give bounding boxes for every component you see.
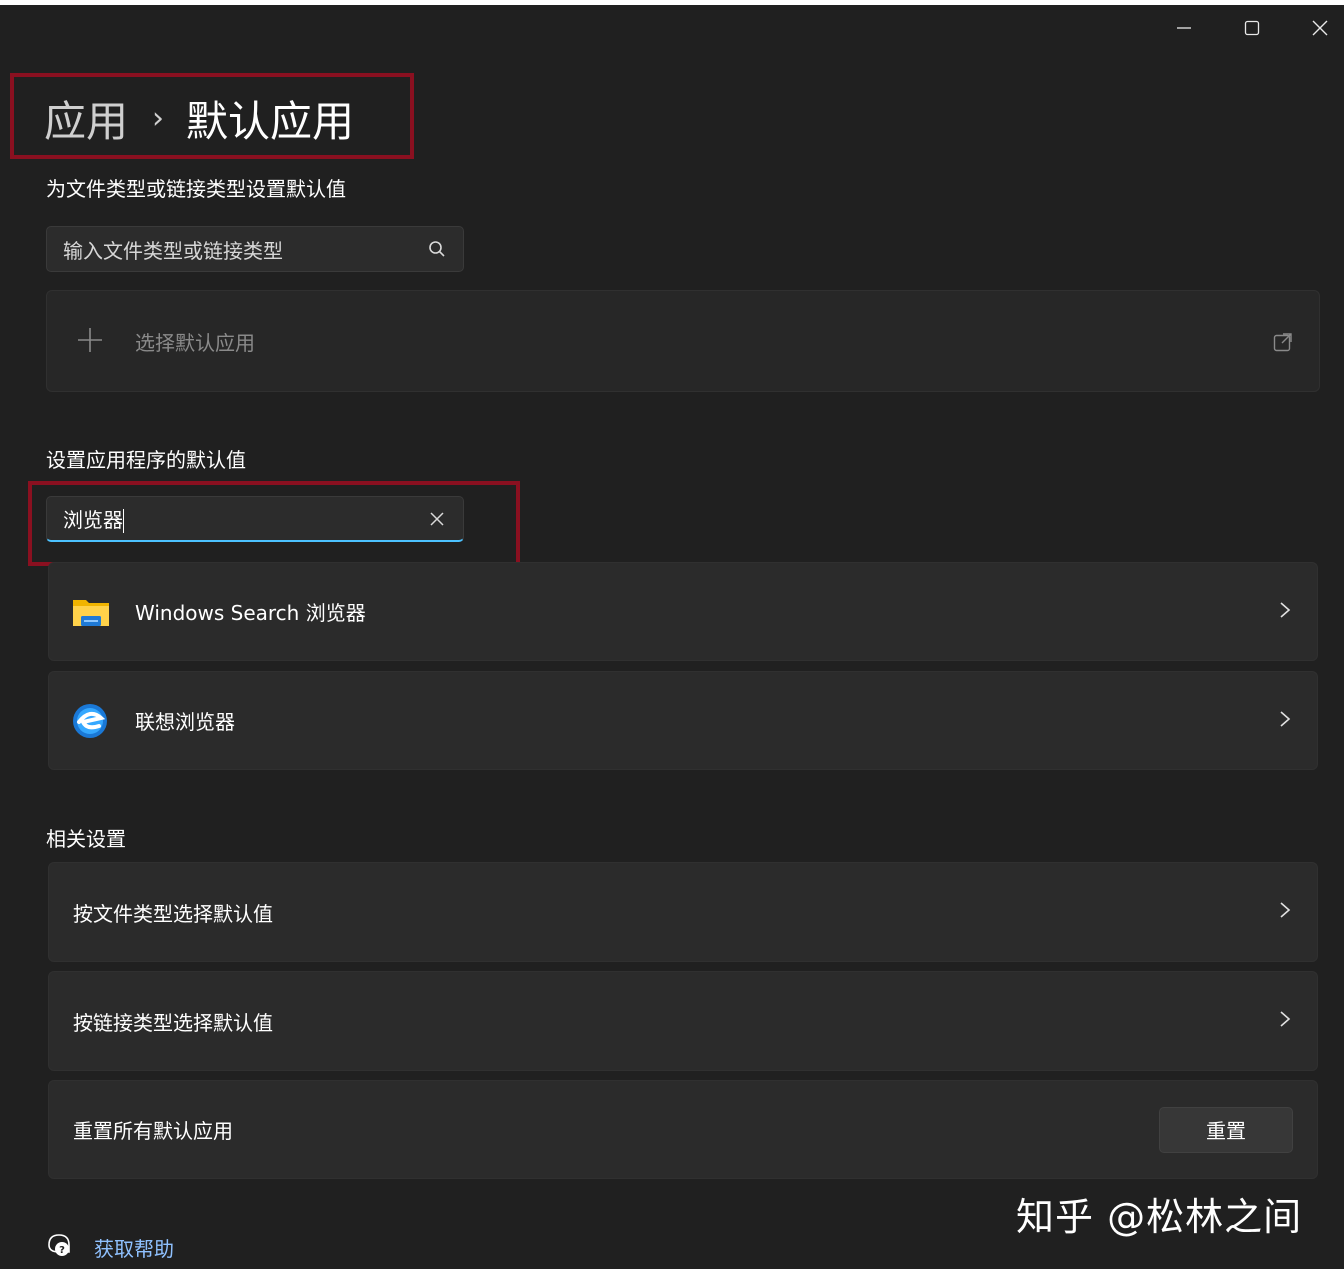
related-setting-by-file-type[interactable]: 按文件类型选择默认值 [48,862,1318,962]
app-result-lenovo-browser[interactable]: 联想浏览器 [48,671,1318,770]
related-setting-label: 按文件类型选择默认值 [73,901,273,926]
folder-icon [71,594,111,634]
maximize-button[interactable] [1232,12,1272,44]
lenovo-browser-icon [71,702,109,744]
breadcrumb-separator: › [152,101,165,136]
reset-button[interactable]: 重置 [1159,1106,1293,1153]
chevron-right-icon [1279,601,1291,623]
watermark: 知乎 @松林之间 [1016,1195,1303,1239]
breadcrumb: 应用 › 默认应用 [44,88,354,149]
app-defaults-section-label: 设置应用程序的默认值 [46,448,246,472]
page-title: 默认应用 [186,97,355,146]
text-cursor [123,509,124,534]
chevron-right-icon [1279,1010,1291,1032]
breadcrumb-parent-link[interactable]: 应用 [44,88,128,149]
chevron-right-icon [1279,901,1291,923]
choose-default-app-label: 选择默认应用 [135,330,255,355]
window-top-border [0,0,1344,5]
minimize-icon [1177,27,1191,29]
file-type-search-placeholder: 输入文件类型或链接类型 [63,238,283,263]
clear-icon[interactable] [425,507,449,531]
chevron-right-icon [1279,710,1291,732]
related-settings-label: 相关设置 [46,827,126,851]
app-search-value: 浏览器 [63,507,123,532]
maximize-icon [1244,20,1260,36]
reset-all-defaults-label: 重置所有默认应用 [73,1119,233,1143]
file-type-section-label: 为文件类型或链接类型设置默认值 [46,177,346,201]
plus-icon [77,327,103,357]
related-setting-label: 按链接类型选择默认值 [73,1010,273,1035]
app-result-label: Windows Search 浏览器 [135,601,366,625]
search-icon[interactable] [425,237,449,261]
get-help-link[interactable]: 获取帮助 [94,1233,174,1262]
app-result-label: 联想浏览器 [135,710,235,734]
app-search-input[interactable]: 浏览器 [46,496,464,542]
open-external-icon [1273,332,1293,356]
svg-text:?: ? [59,1245,65,1256]
help-icon: ? [46,1232,72,1262]
file-type-search-input[interactable]: 输入文件类型或链接类型 [46,226,464,272]
get-help[interactable]: ? 获取帮助 [46,1232,174,1262]
close-icon [1312,20,1328,36]
reset-all-defaults-card: 重置所有默认应用 重置 [48,1080,1318,1179]
related-setting-by-link-type[interactable]: 按链接类型选择默认值 [48,971,1318,1071]
minimize-button[interactable] [1164,12,1204,44]
choose-default-app-card[interactable]: 选择默认应用 [46,290,1320,392]
close-button[interactable] [1300,12,1340,44]
app-result-windows-search[interactable]: Windows Search 浏览器 [48,562,1318,661]
